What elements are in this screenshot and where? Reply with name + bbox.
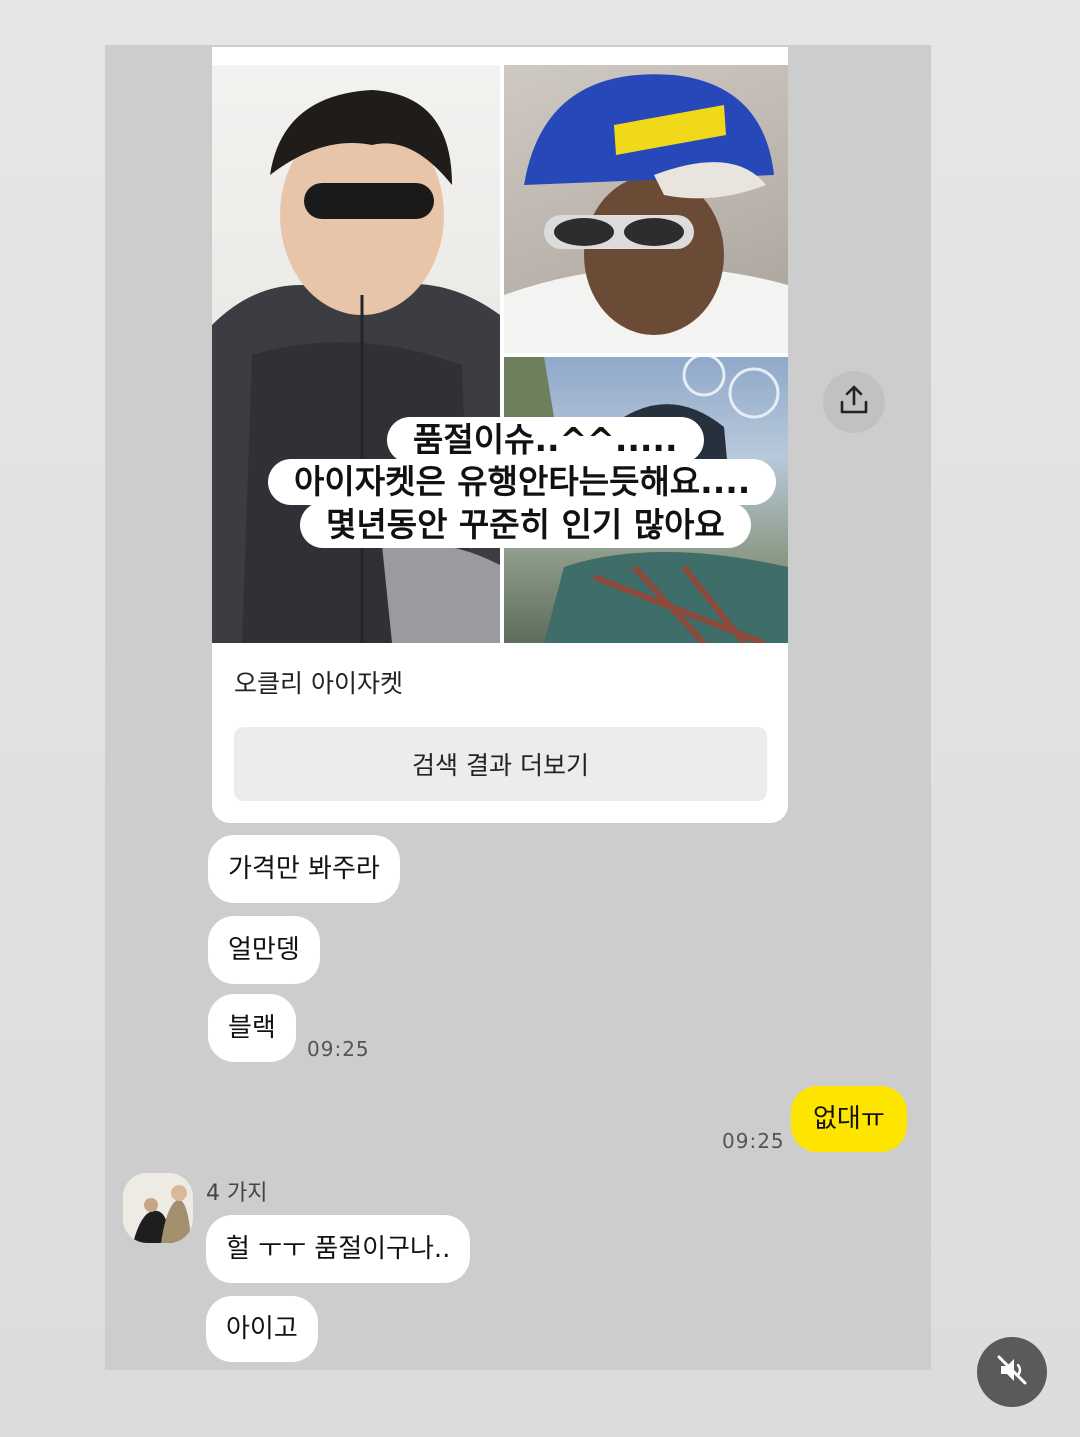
mute-button[interactable] (977, 1337, 1047, 1407)
message-bubble[interactable]: 가격만 봐주라 (208, 835, 400, 903)
my-message-bubble[interactable]: 없대ㅠ (791, 1086, 907, 1152)
message-time: 09:25 (722, 1129, 785, 1153)
message-bubble[interactable]: 얼만뎅 (208, 916, 320, 984)
message-bubble[interactable]: 헐 ㅜㅜ 품절이구나.. (206, 1215, 471, 1283)
story-screen: 품절이슈..^^..... 아이자켓은 유행안타는듯해요.... 몇년동안 꾸준… (0, 0, 1080, 1437)
search-result-card[interactable]: 품절이슈..^^..... 아이자켓은 유행안타는듯해요.... 몇년동안 꾸준… (212, 47, 788, 823)
image-collage[interactable]: 품절이슈..^^..... 아이자켓은 유행안타는듯해요.... 몇년동안 꾸준… (212, 65, 788, 643)
caption-line-1: 품절이슈..^^..... (387, 417, 704, 463)
message-bubble[interactable]: 블랙 (208, 994, 296, 1062)
chat-screenshot: 품절이슈..^^..... 아이자켓은 유행안타는듯해요.... 몇년동안 꾸준… (105, 45, 931, 1370)
search-query-title[interactable]: 오클리 아이자켓 (234, 664, 403, 700)
caption-line-3: 몇년동안 꾸준히 인기 많아요 (300, 502, 751, 548)
share-button[interactable] (823, 371, 885, 433)
message-bubble[interactable]: 아이고 (206, 1296, 318, 1362)
more-results-button[interactable]: 검색 결과 더보기 (234, 727, 767, 801)
sender-name: 4 가지 (206, 1181, 268, 1206)
volume-mute-icon (993, 1351, 1031, 1393)
caption-line-2: 아이자켓은 유행안타는듯해요.... (268, 459, 777, 505)
caption-overlay: 품절이슈..^^..... 아이자켓은 유행안타는듯해요.... 몇년동안 꾸준… (212, 65, 788, 643)
avatar[interactable] (123, 1173, 193, 1243)
message-time: 09:25 (307, 1037, 370, 1061)
share-icon (839, 384, 869, 420)
